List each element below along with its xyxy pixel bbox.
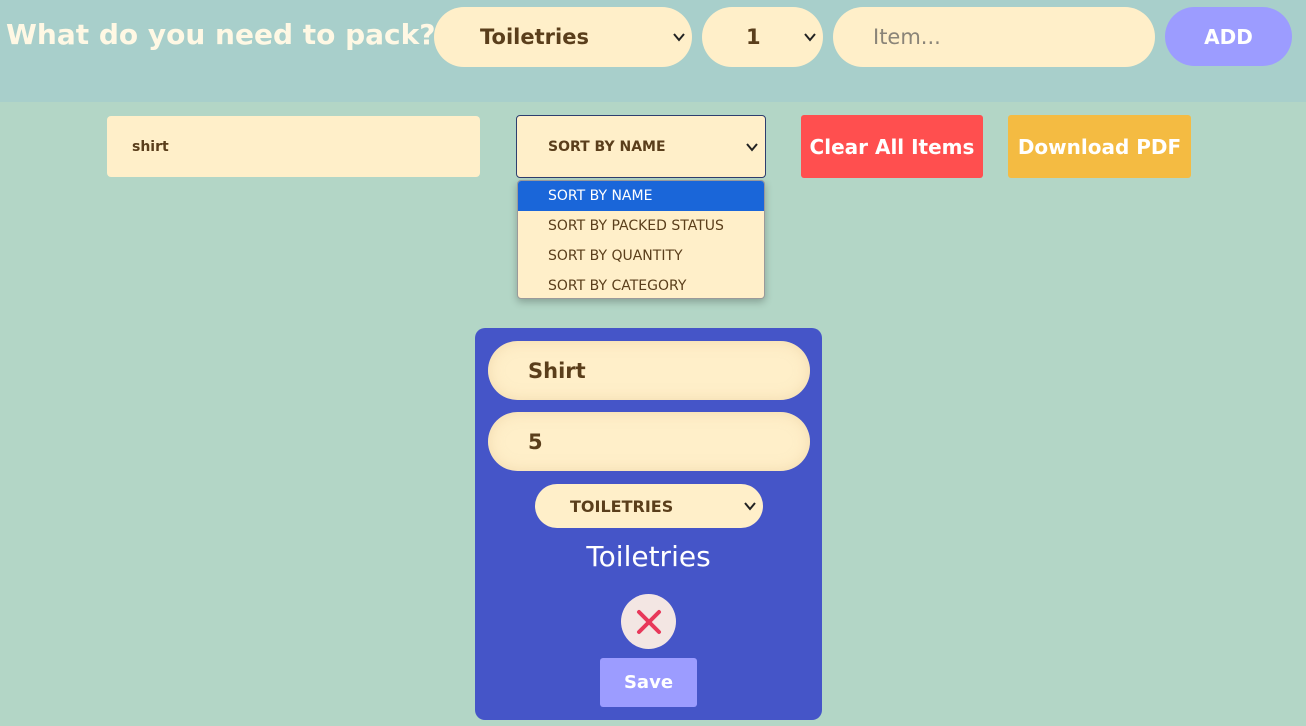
close-icon: [636, 609, 661, 634]
header: What do you need to pack? Toiletries 1 I…: [0, 0, 1306, 102]
sort-dropdown: SORT BY NAME SORT BY PACKED STATUS SORT …: [517, 180, 765, 299]
category-select[interactable]: Toiletries: [434, 7, 692, 67]
quantity-select-value: 1: [746, 25, 761, 49]
search-input-value: shirt: [132, 138, 169, 155]
sort-option-quantity[interactable]: SORT BY QUANTITY: [518, 241, 764, 271]
sort-select[interactable]: SORT BY NAME: [516, 115, 766, 178]
chevron-down-icon: [744, 502, 756, 511]
item-input-placeholder: Item...: [873, 25, 941, 49]
item-input[interactable]: Item...: [833, 7, 1155, 67]
sort-option-category[interactable]: SORT BY CATEGORY: [518, 271, 764, 298]
quantity-select[interactable]: 1: [702, 7, 823, 67]
item-category-label: Toiletries: [586, 540, 711, 573]
item-card: Shirt 5 TOILETRIES Toiletries Save: [475, 328, 822, 720]
sort-select-value: SORT BY NAME: [548, 138, 666, 155]
clear-all-button[interactable]: Clear All Items: [801, 115, 983, 178]
sort-option-packed-status[interactable]: SORT BY PACKED STATUS: [518, 211, 764, 241]
search-input[interactable]: shirt: [107, 116, 480, 177]
category-select-value: Toiletries: [480, 25, 589, 49]
item-name-value: Shirt: [528, 358, 586, 383]
item-category-select-value: TOILETRIES: [570, 496, 674, 516]
item-quantity-value: 5: [528, 429, 543, 454]
item-quantity-field[interactable]: 5: [488, 412, 810, 471]
chevron-down-icon: [746, 142, 758, 152]
add-button[interactable]: ADD: [1165, 7, 1292, 66]
sort-option-name[interactable]: SORT BY NAME: [518, 181, 764, 211]
delete-item-button[interactable]: [621, 594, 676, 649]
download-pdf-button[interactable]: Download PDF: [1008, 115, 1191, 178]
item-category-select[interactable]: TOILETRIES: [535, 484, 763, 528]
chevron-down-icon: [804, 33, 816, 42]
save-button[interactable]: Save: [600, 658, 697, 707]
item-name-field[interactable]: Shirt: [488, 341, 810, 400]
page-title: What do you need to pack?: [6, 18, 436, 51]
chevron-down-icon: [673, 33, 685, 42]
